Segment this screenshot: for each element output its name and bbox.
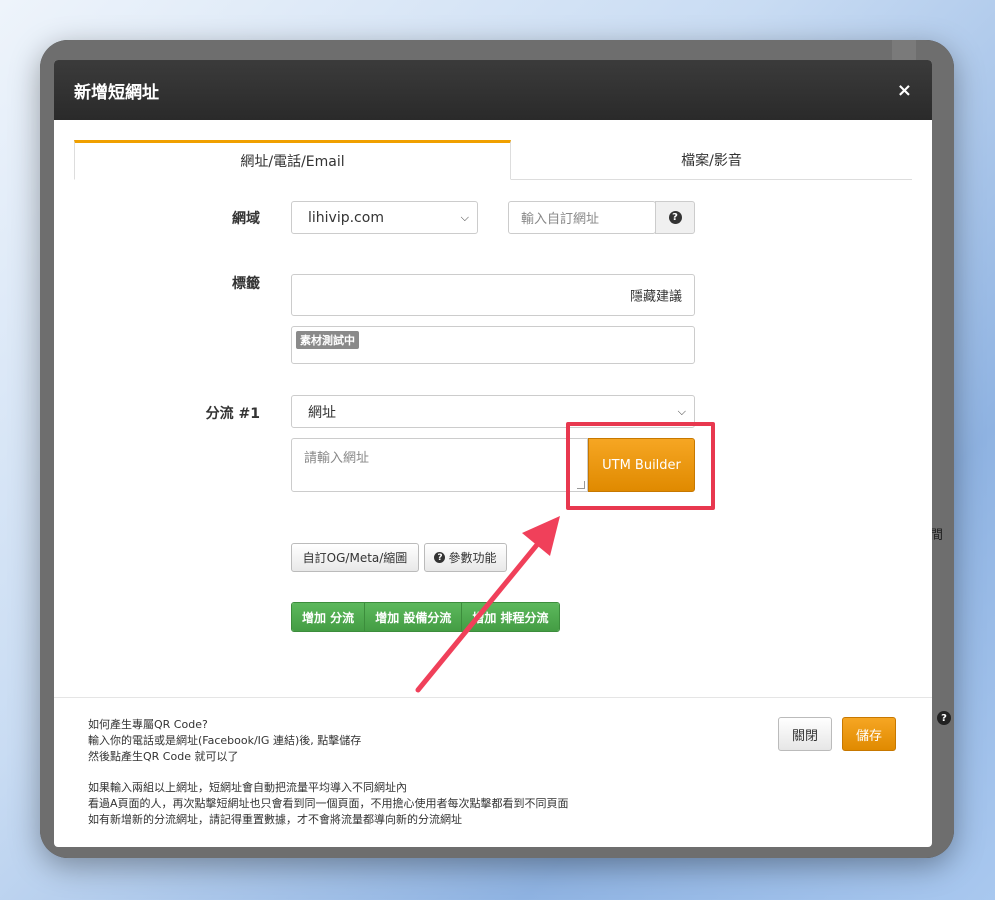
arrow-shaft [415, 532, 548, 693]
annotation-arrow [415, 516, 560, 693]
arrow-head [522, 516, 560, 556]
